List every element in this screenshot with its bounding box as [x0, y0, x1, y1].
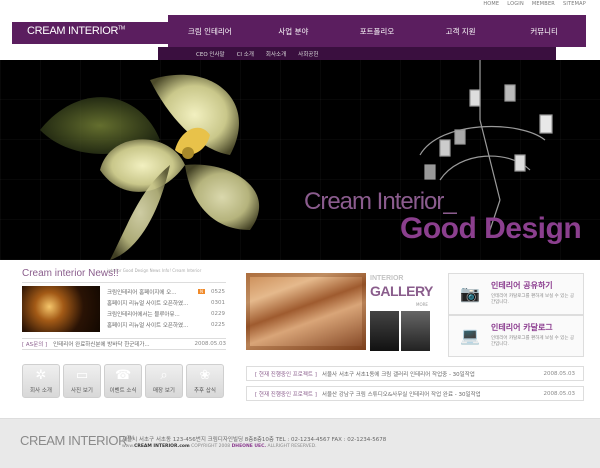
project-item[interactable]: [ 현재 진행중인 프로젝트 ] 서울사 서초구 서초1동에 크림 갤러리 인테… — [246, 366, 584, 381]
copyright-text: COPYRIGHT 2008 — [191, 444, 232, 449]
news-title: Cream interior News!! — [22, 268, 119, 279]
news-item[interactable]: 크림인테리어에서는 블루아뮤... 0229 — [107, 308, 225, 319]
gallery-label-top: INTERIOR — [370, 275, 404, 282]
as-date: 2008.05.03 — [194, 341, 227, 347]
phone-icon: ☎ — [115, 368, 132, 383]
camera-icon: 📷 — [460, 284, 480, 303]
news-item-date: 0525 — [211, 288, 225, 295]
footer-copyright: www.CREAM INTERIOR.com COPYRIGHT 2008 DH… — [122, 444, 317, 449]
logo-mark: TM — [118, 25, 125, 32]
subnav-item-social[interactable]: 사회공헌 — [298, 50, 318, 58]
nav-item-business[interactable]: 사업 분야 — [252, 26, 336, 37]
new-badge: N — [198, 289, 205, 294]
monitor-icon: ▭ — [75, 368, 89, 383]
news-item-date: 0229 — [211, 310, 225, 317]
top-link-login[interactable]: LOGIN — [507, 1, 524, 7]
top-link-home[interactable]: HOME — [483, 1, 499, 7]
quick-photo-button[interactable]: ▭ 사진 보기 — [63, 364, 101, 398]
project-date: 2008.05.03 — [543, 390, 576, 397]
nav-item-community[interactable]: 커뮤니티 — [502, 26, 586, 37]
promo-catalog[interactable]: 💻 인테리어 카달로그 인테리어 카탈로그를 편하게 보실 수 있는 공간입니다… — [448, 315, 584, 357]
hero-title: Good Design — [400, 212, 582, 245]
sub-nav: CEO 인사말 CI 소개 회사소개 사회공헌 — [158, 47, 556, 60]
project-date: 2008.05.03 — [543, 370, 576, 377]
quick-label: 이벤트 소식 — [109, 388, 137, 394]
footer-logo: CREAM INTERIORTM — [20, 433, 134, 448]
news-note: interior Good Design News Info! Cream In… — [107, 268, 202, 273]
flower-icon: ❀ — [199, 368, 211, 383]
quick-label: 매장 보기 — [153, 388, 175, 394]
top-links: HOME LOGIN MEMBER SITEMAP — [483, 1, 586, 7]
news-image — [22, 286, 100, 332]
footer-logo-text: CREAM INTERIOR — [20, 433, 128, 448]
subnav-item-company[interactable]: 회사소개 — [266, 50, 286, 58]
gallery-title: GALLERY — [370, 283, 433, 299]
subnav-item-ceo[interactable]: CEO 인사말 — [196, 50, 225, 58]
news-item-date: 0301 — [211, 299, 225, 306]
project-label: [ 현재 진행중인 프로젝트 ] — [255, 371, 317, 378]
promo-desc: 인테리어 카탈로그를 편하게 보실 수 있는 공간입니다. — [491, 336, 575, 347]
quick-company-button[interactable]: ✲ 회사 소개 — [22, 364, 60, 398]
gallery-frame — [246, 273, 366, 350]
news-item-date: 0225 — [211, 321, 225, 328]
nav-item-support[interactable]: 고객 지원 — [419, 26, 503, 37]
news-item[interactable]: 크림인테리어 홈페이지에 오... N 0525 — [107, 286, 225, 297]
quick-event-button[interactable]: ☎ 이벤트 소식 — [104, 364, 142, 398]
news-item-title: 크림인테리어 홈페이지에 오... — [107, 289, 177, 296]
search-icon: ⌕ — [160, 368, 168, 383]
quick-label: 사진 보기 — [71, 388, 93, 394]
nav-item-portfolio[interactable]: 포트폴리오 — [335, 26, 419, 37]
quick-label: 추후 삽식 — [194, 388, 216, 394]
flower-image — [40, 74, 260, 260]
laptop-icon: 💻 — [460, 326, 480, 345]
news-item-title: 홈페이지 리뉴얼 사이트 오픈하였... — [107, 300, 189, 307]
copyright-owner: DHEONE UEC. — [231, 444, 267, 449]
project-text: 서울산 강남구 크림 스튜디오&사무실 인테리어 작업 완료 - 30일작업 — [321, 391, 481, 398]
site-logo[interactable]: CREAM INTERIORTM — [27, 25, 125, 37]
news-divider — [22, 282, 226, 283]
promo-title: 인테리어 카달로그 — [491, 323, 553, 332]
project-item[interactable]: [ 현재 진행중인 프로젝트 ] 서울산 강남구 크림 스튜디오&사무실 인테리… — [246, 386, 584, 401]
project-text: 서울사 서초구 서초1동에 크림 갤러리 인테리어 작업중 - 30일작업 — [321, 371, 475, 378]
copyright-prefix: www. — [122, 444, 135, 449]
promo-title: 인테리어 공유하기 — [491, 281, 553, 290]
news-item[interactable]: 홈페이지 리뉴얼 사이트 오픈하였... 0225 — [107, 319, 225, 330]
main-nav: 크림 인테리어 사업 분야 포트폴리오 고객 지원 커뮤니티 — [168, 15, 586, 47]
as-label: [ AS문의 ] — [22, 342, 48, 348]
copyright-site: CREAM INTERIOR.com — [134, 444, 190, 449]
news-item-title: 크림인테리어에서는 블루아뮤... — [107, 311, 180, 318]
gallery-thumbnail[interactable] — [370, 311, 399, 351]
quick-extra-button[interactable]: ❀ 추후 삽식 — [186, 364, 224, 398]
logo-text: CREAM INTERIOR — [27, 25, 119, 37]
as-inquiry[interactable]: [ AS문의 ] 인테리어 완료하신분에 방바닥 한군데가... 2008.05… — [22, 338, 226, 350]
copyright-suffix: ALLRIGHT RESERVED. — [266, 444, 317, 449]
gallery-more-link[interactable]: MORE — [416, 302, 428, 307]
top-link-member[interactable]: MEMBER — [532, 1, 555, 7]
nav-item-cream-interior[interactable]: 크림 인테리어 — [168, 26, 252, 37]
quick-label: 회사 소개 — [30, 388, 52, 394]
subnav-item-ci[interactable]: CI 소개 — [237, 50, 254, 58]
news-item-title: 홈페이지 리뉴얼 사이트 오픈하였... — [107, 322, 189, 329]
gallery-thumbnail[interactable] — [401, 311, 430, 351]
news-item[interactable]: 홈페이지 리뉴얼 사이트 오픈하였... 0301 — [107, 297, 225, 308]
promo-share[interactable]: 📷 인테리어 공유하기 인테리어 카탈로그를 편하게 보실 수 있는 공간입니다… — [448, 273, 584, 315]
sparkle-icon: ✲ — [35, 368, 47, 383]
quick-store-button[interactable]: ⌕ 매장 보기 — [145, 364, 183, 398]
project-label: [ 현재 진행중인 프로젝트 ] — [255, 391, 317, 398]
as-text: 인테리어 완료하신분에 방바닥 한군데가... — [53, 342, 150, 348]
footer-address: 서울시 서초구 서초동 123-456번지 크림디자인빌딩 8층8층10층 TE… — [122, 437, 387, 443]
top-link-sitemap[interactable]: SITEMAP — [563, 1, 586, 7]
promo-desc: 인테리어 카탈로그를 편하게 보실 수 있는 공간입니다. — [491, 294, 575, 305]
